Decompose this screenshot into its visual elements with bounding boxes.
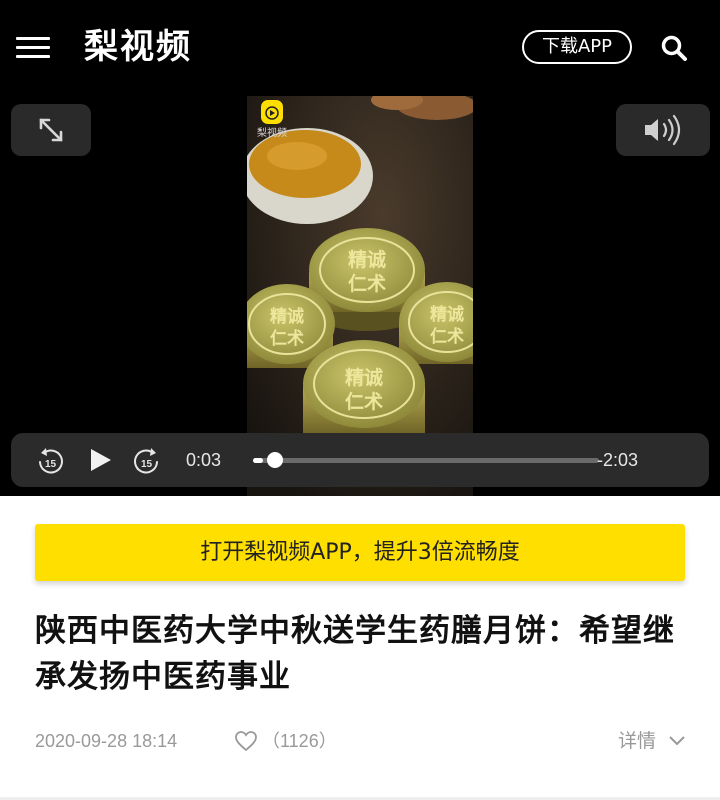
mooncake-inscription: 精诚 [348,248,386,271]
current-time: 0:03 [186,450,222,470]
video-player[interactable]: 精诚 仁术 精诚 仁术 精诚 仁术 精诚 仁术 梨视频 15 15 0:03 -… [0,96,720,496]
player-control-bar: 15 15 0:03 -2:03 [11,433,709,487]
rewind-15-icon[interactable]: 15 [35,444,65,476]
volume-button[interactable] [616,104,710,156]
volume-icon [645,114,681,146]
like-count: （1126） [262,731,337,751]
play-icon[interactable] [85,444,115,476]
open-app-banner[interactable]: 打开梨视频APP，提升3倍流畅度 [35,524,685,581]
download-app-button[interactable]: 下载APP [522,30,632,64]
hamburger-menu-icon[interactable] [16,37,50,59]
mooncake-inscription: 仁术 [430,326,464,347]
mooncake-inscription: 精诚 [345,366,383,389]
search-icon[interactable] [660,34,688,62]
heart-icon [235,731,257,752]
remaining-time: -2:03 [597,450,639,470]
top-header: 梨视频 下载APP [0,0,720,96]
watermark-text: 梨视频 [257,126,287,139]
expand-icon [39,118,63,142]
article-title: 陕西中医药大学中秋送学生药膳月饼：希望继承发扬中医药事业 [35,613,675,695]
chevron-down-icon [669,736,685,746]
publish-date: 2020-09-28 18:14 [35,731,178,751]
forward-seconds-label: 15 [141,459,153,470]
mooncake-inscription: 仁术 [270,328,304,349]
mooncake-inscription: 精诚 [270,306,304,327]
site-logo[interactable]: 梨视频 [84,24,192,70]
progress-track[interactable] [253,452,599,468]
pear-video-watermark-icon [261,100,283,124]
fullscreen-button[interactable] [11,104,91,156]
forward-15-icon[interactable]: 15 [132,444,162,476]
progress-knob[interactable] [267,452,283,468]
mooncake-inscription: 仁术 [348,272,386,295]
rewind-seconds-label: 15 [45,459,57,470]
mooncake-inscription: 仁术 [345,390,383,413]
progress-fill [253,458,263,463]
mooncake-inscription: 精诚 [430,304,464,325]
details-label: 详情 [618,730,657,752]
